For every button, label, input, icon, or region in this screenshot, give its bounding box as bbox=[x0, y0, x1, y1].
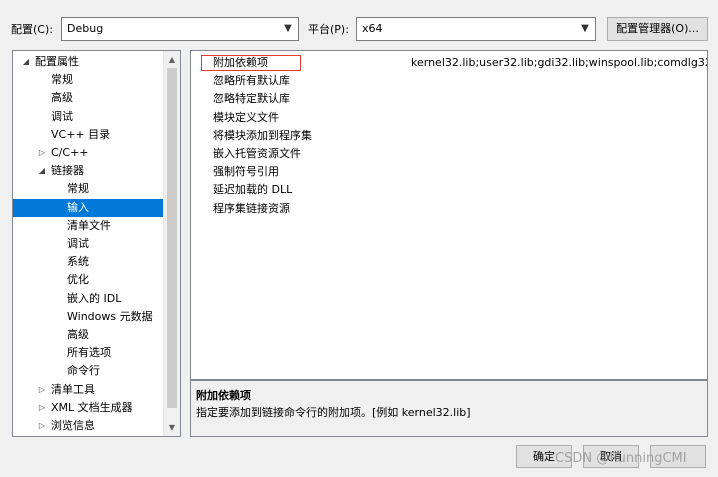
tree-item[interactable]: ◢ 配置属性 bbox=[13, 53, 164, 71]
tree-item-label: 调试 bbox=[51, 109, 73, 123]
property-row[interactable]: 嵌入托管资源文件 bbox=[191, 145, 707, 163]
tree-item[interactable]: ▷ 清单工具 bbox=[13, 381, 164, 399]
property-row[interactable]: 忽略特定默认库 bbox=[191, 90, 707, 108]
config-label: 配置(C): bbox=[11, 23, 53, 36]
property-tree: ◢ 配置属性 常规 高级 调试 VC++ 目录 ▷ C/C++ ◢ 链接器 常规 输入 清单文件 调试 系统… bbox=[12, 50, 181, 437]
property-row[interactable]: 程序集链接资源 bbox=[191, 200, 707, 218]
tree-item[interactable]: 嵌入的 IDL bbox=[13, 290, 164, 308]
tree-item-label: 命令行 bbox=[67, 364, 100, 378]
tree-item[interactable]: Windows 元数据 bbox=[13, 308, 164, 326]
scroll-up-icon[interactable]: ▲ bbox=[164, 51, 180, 68]
tree-item-label: 常规 bbox=[67, 182, 89, 196]
tree-scrollbar[interactable]: ▲ ▼ bbox=[163, 51, 180, 436]
tree-item[interactable]: 调试 bbox=[13, 108, 164, 126]
tree-item[interactable]: ▷ C/C++ bbox=[13, 144, 164, 162]
tree-item[interactable]: 调试 bbox=[13, 235, 164, 253]
expanded-arrow-icon[interactable]: ◢ bbox=[37, 162, 47, 180]
property-name: 附加依赖项 bbox=[213, 56, 268, 69]
tree-item-label: 浏览信息 bbox=[51, 419, 95, 432]
property-row[interactable]: 附加依赖项 kernel32.lib;user32.lib;gdi32.lib;w… bbox=[191, 54, 707, 72]
tree-item-label: 高级 bbox=[51, 91, 73, 105]
scroll-down-icon[interactable]: ▼ bbox=[164, 419, 180, 436]
tree-item[interactable]: ◢ 链接器 bbox=[13, 162, 164, 180]
description-text: 指定要添加到链接命令行的附加项。[例如 kernel32.lib] bbox=[196, 406, 471, 419]
tree-item[interactable]: 系统 bbox=[13, 253, 164, 271]
config-dropdown[interactable]: Debug ▼ bbox=[61, 17, 299, 41]
tree-item-label: 常规 bbox=[51, 73, 73, 87]
tree-item-label: 优化 bbox=[67, 273, 89, 287]
property-name: 忽略特定默认库 bbox=[213, 92, 290, 106]
tree-item[interactable]: 高级 bbox=[13, 89, 164, 107]
property-row[interactable]: 将模块添加到程序集 bbox=[191, 127, 707, 145]
tree-item-label: 嵌入的 IDL bbox=[67, 291, 122, 305]
expanded-arrow-icon[interactable]: ◢ bbox=[21, 53, 31, 71]
config-manager-button[interactable]: 配置管理器(O)... bbox=[607, 17, 708, 41]
chevron-down-icon: ▼ bbox=[581, 23, 589, 34]
property-name: 将模块添加到程序集 bbox=[213, 128, 312, 142]
property-value: kernel32.lib;user32.lib;gdi32.lib;winspo… bbox=[411, 56, 708, 69]
tree-item-label: 配置属性 bbox=[35, 55, 79, 68]
tree-item-label: VC++ 目录 bbox=[51, 127, 111, 141]
property-row[interactable]: 延迟加载的 DLL bbox=[191, 181, 707, 199]
tree-item[interactable]: VC++ 目录 bbox=[13, 126, 164, 144]
tree-item-label: 清单文件 bbox=[67, 218, 111, 232]
config-value: Debug bbox=[67, 22, 104, 35]
tree-item-label: 所有选项 bbox=[67, 346, 111, 360]
property-name: 延迟加载的 DLL bbox=[213, 183, 293, 197]
tree-item[interactable]: ▷ XML 文档生成器 bbox=[13, 399, 164, 417]
watermark: CSDN @RunningCMI bbox=[555, 451, 687, 466]
property-name: 嵌入托管资源文件 bbox=[213, 147, 301, 160]
tree-item[interactable]: 输入 bbox=[13, 198, 164, 217]
property-row[interactable]: 忽略所有默认库 bbox=[191, 72, 707, 90]
tree-item-label: Windows 元数据 bbox=[67, 309, 153, 323]
tree-item[interactable]: 高级 bbox=[13, 326, 164, 344]
toolbar: 配置(C): Debug ▼ 平台(P): x64 ▼ 配置管理器(O)... bbox=[0, 0, 718, 46]
tree-item[interactable]: 常规 bbox=[13, 71, 164, 89]
tree-item[interactable]: 优化 bbox=[13, 271, 164, 289]
property-name: 模块定义文件 bbox=[213, 110, 279, 124]
property-name: 忽略所有默认库 bbox=[213, 74, 290, 88]
tree-item-label: 清单工具 bbox=[51, 382, 95, 396]
tree-item[interactable]: ▷ 浏览信息 bbox=[13, 417, 164, 435]
description-panel: 附加依赖项 指定要添加到链接命令行的附加项。[例如 kernel32.lib] bbox=[190, 380, 708, 437]
tree-item[interactable]: 所有选项 bbox=[13, 344, 164, 362]
property-grid: 附加依赖项 kernel32.lib;user32.lib;gdi32.lib;w… bbox=[190, 50, 708, 380]
tree-item-label: C/C++ bbox=[51, 146, 89, 159]
scroll-thumb[interactable] bbox=[167, 68, 177, 408]
chevron-down-icon: ▼ bbox=[284, 23, 292, 34]
collapsed-arrow-icon[interactable]: ▷ bbox=[37, 381, 47, 399]
description-title: 附加依赖项 bbox=[196, 389, 251, 402]
platform-label: 平台(P): bbox=[308, 23, 349, 36]
tree-item[interactable]: 命令行 bbox=[13, 362, 164, 380]
collapsed-arrow-icon[interactable]: ▷ bbox=[37, 417, 47, 435]
property-name: 程序集链接资源 bbox=[213, 201, 290, 215]
collapsed-arrow-icon[interactable]: ▷ bbox=[37, 399, 47, 417]
property-row[interactable]: 模块定义文件 bbox=[191, 109, 707, 127]
tree-item-label: XML 文档生成器 bbox=[51, 400, 133, 414]
tree-item-label: 系统 bbox=[67, 255, 89, 269]
property-name: 强制符号引用 bbox=[213, 165, 279, 179]
tree-item-label: 输入 bbox=[67, 200, 89, 214]
tree-item[interactable]: 清单文件 bbox=[13, 217, 164, 235]
tree-item[interactable]: 常规 bbox=[13, 180, 164, 198]
tree-item-label: 高级 bbox=[67, 328, 89, 341]
property-row[interactable]: 强制符号引用 bbox=[191, 163, 707, 181]
collapsed-arrow-icon[interactable]: ▷ bbox=[37, 144, 47, 162]
tree-item-label: 调试 bbox=[67, 237, 89, 250]
platform-dropdown[interactable]: x64 ▼ bbox=[356, 17, 596, 41]
platform-value: x64 bbox=[362, 22, 383, 35]
tree-item-label: 链接器 bbox=[51, 164, 84, 178]
